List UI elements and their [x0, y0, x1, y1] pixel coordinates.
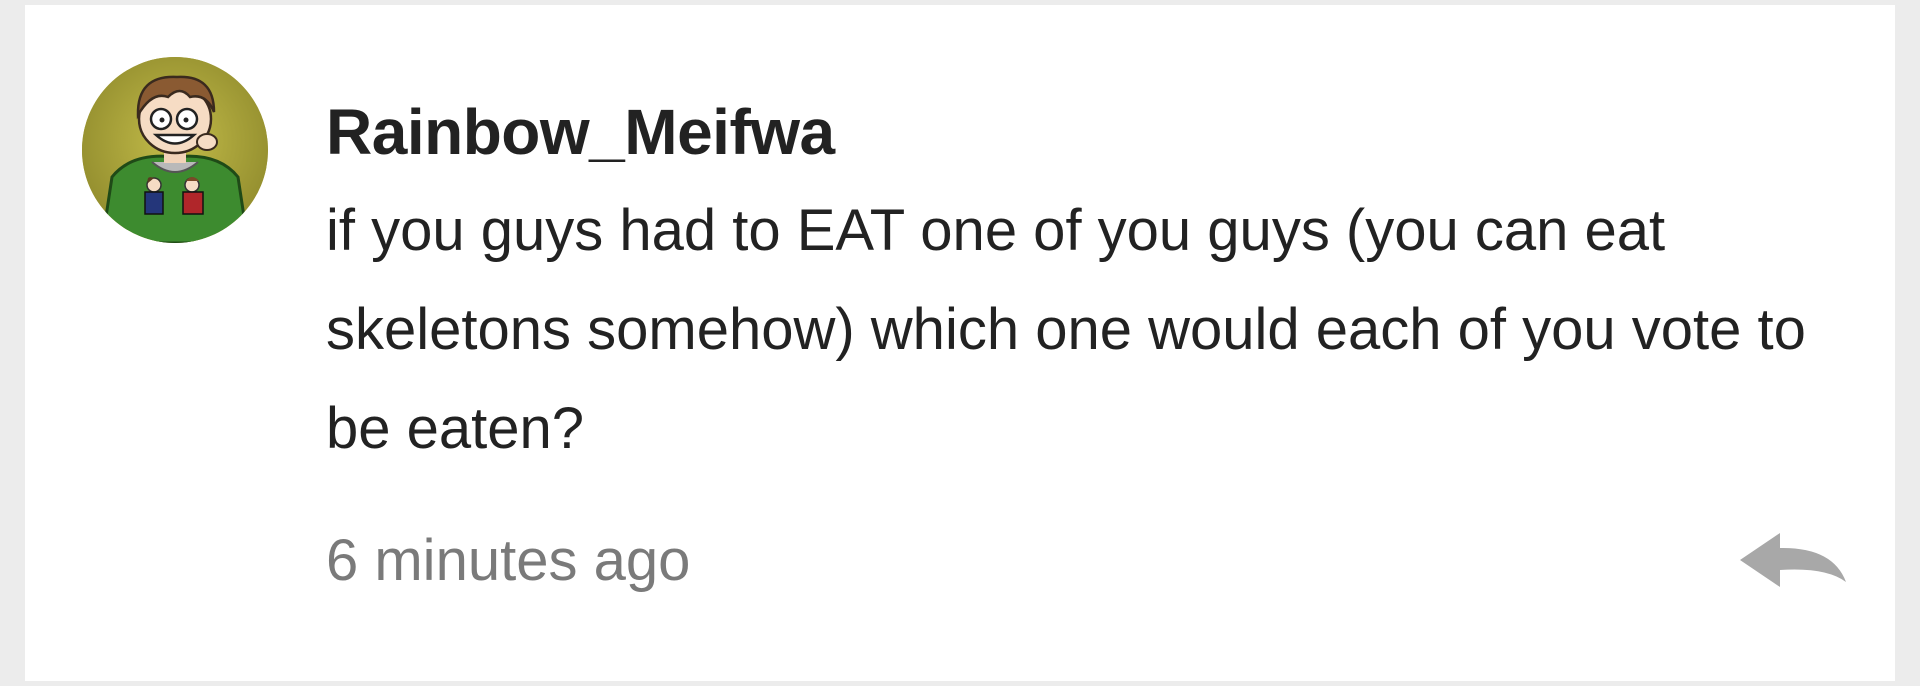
reply-arrow-icon — [1740, 533, 1846, 587]
avatar-image — [82, 57, 268, 243]
comment-text: if you guys had to EAT one of you guys (… — [326, 198, 1806, 461]
comment-card: Rainbow_Meifwa if you guys had to EAT on… — [25, 5, 1895, 681]
username[interactable]: Rainbow_Meifwa — [326, 95, 835, 169]
reply-button[interactable] — [1738, 527, 1848, 597]
avatar[interactable] — [82, 57, 268, 243]
timestamp: 6 minutes ago — [326, 528, 691, 593]
